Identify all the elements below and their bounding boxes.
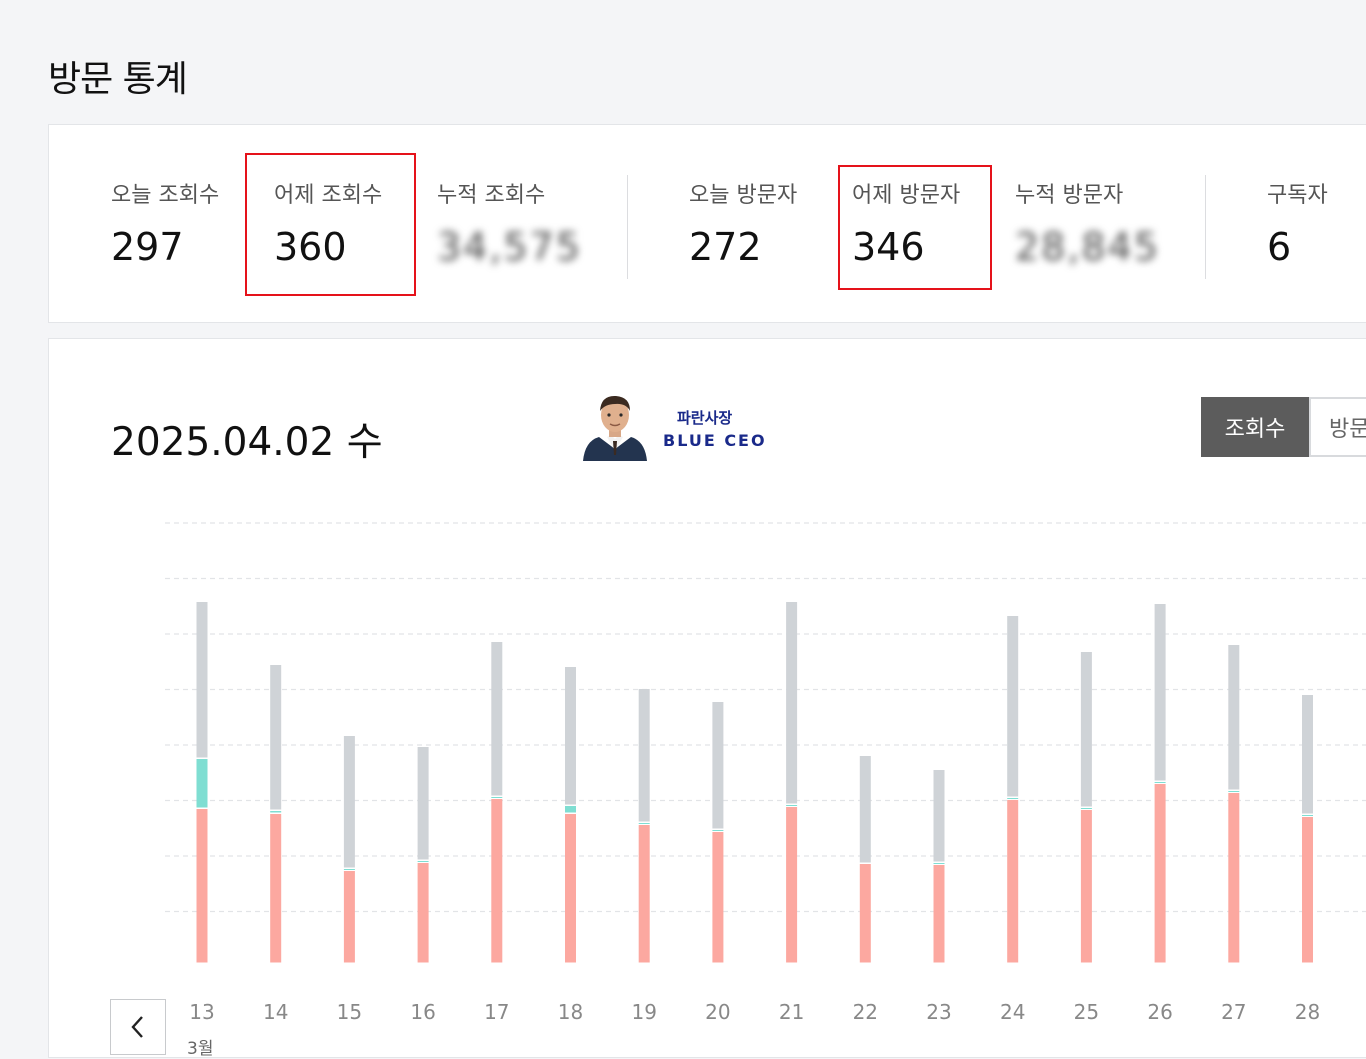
bar-segment-gray[interactable] bbox=[1007, 616, 1019, 797]
stats-divider bbox=[1205, 175, 1206, 279]
bar-segment-gray[interactable] bbox=[1080, 652, 1092, 807]
bar-segment-teal[interactable] bbox=[638, 823, 650, 824]
bar-segment-gray[interactable] bbox=[786, 602, 798, 804]
x-tick-label: 17 bbox=[484, 1000, 509, 1024]
bar-segment-teal[interactable] bbox=[933, 863, 945, 864]
bar-segment-salmon[interactable] bbox=[270, 814, 282, 963]
bar-segment-salmon[interactable] bbox=[196, 809, 208, 963]
bar-segment-salmon[interactable] bbox=[565, 814, 576, 963]
previous-period-button[interactable] bbox=[110, 999, 166, 1055]
x-tick-label: 28 bbox=[1295, 1000, 1320, 1024]
bar-segment-salmon[interactable] bbox=[417, 863, 429, 963]
bar-segment-salmon[interactable] bbox=[1302, 817, 1313, 963]
bar-segment-salmon[interactable] bbox=[859, 864, 871, 963]
x-tick-label: 15 bbox=[337, 1000, 362, 1024]
bar-segment-teal[interactable] bbox=[343, 869, 355, 870]
bar-segment-teal[interactable] bbox=[786, 805, 798, 806]
chevron-left-icon bbox=[131, 1016, 143, 1038]
bar-segment-salmon[interactable] bbox=[638, 825, 650, 963]
bar-segment-teal[interactable] bbox=[417, 861, 429, 862]
stat-value-blurred: 28,845 bbox=[1015, 225, 1160, 269]
bar-segment-teal[interactable] bbox=[712, 830, 724, 831]
x-tick-label: 26 bbox=[1147, 1000, 1172, 1024]
bar-segment-salmon[interactable] bbox=[712, 832, 724, 963]
stats-summary-card: 오늘 조회수 297 어제 조회수 360 누적 조회수 34,575 오늘 방… bbox=[48, 124, 1366, 323]
bar-segment-salmon[interactable] bbox=[933, 865, 945, 963]
bar-segment-gray[interactable] bbox=[343, 736, 355, 868]
page-title: 방문 통계 bbox=[48, 59, 188, 100]
bar-segment-gray[interactable] bbox=[859, 756, 871, 863]
bar-segment-gray[interactable] bbox=[491, 642, 503, 796]
x-tick-label: 21 bbox=[779, 1000, 804, 1024]
bar-segment-teal[interactable] bbox=[491, 797, 503, 798]
x-tick-label: 19 bbox=[631, 1000, 656, 1024]
bar-chart: 13 14 15 16 17 18 19 20 21 22 23 24 25 26 27 28 bbox=[165, 522, 1366, 1024]
bar-segment-salmon[interactable] bbox=[343, 871, 355, 963]
month-label: 3월 bbox=[187, 1039, 214, 1059]
bar-segment-gray[interactable] bbox=[1228, 645, 1240, 790]
bar-segment-teal[interactable] bbox=[1007, 798, 1019, 799]
bar-segment-salmon[interactable] bbox=[1228, 793, 1240, 963]
x-tick-label: 13 bbox=[189, 1000, 214, 1024]
stat-label: 오늘 방문자 bbox=[689, 183, 798, 208]
x-tick-label: 23 bbox=[926, 1000, 951, 1024]
bar-segment-teal[interactable] bbox=[565, 806, 576, 813]
stat-value: 297 bbox=[111, 225, 184, 269]
stat-label: 누적 방문자 bbox=[1015, 183, 1124, 208]
bar-segment-gray[interactable] bbox=[1302, 695, 1313, 814]
bar-segment-gray[interactable] bbox=[270, 665, 282, 810]
x-tick-label: 16 bbox=[410, 1000, 435, 1024]
stat-value: 272 bbox=[689, 225, 762, 269]
chart-card: 2025.04.02 수 파란사장 BLUE CEO 조회수 방문자 13141… bbox=[48, 338, 1366, 1059]
stats-divider bbox=[627, 175, 628, 279]
bar-segment-gray[interactable] bbox=[638, 689, 650, 822]
x-tick-label: 22 bbox=[853, 1000, 878, 1024]
bar-segment-gray[interactable] bbox=[933, 770, 945, 862]
bar-segment-teal[interactable] bbox=[1080, 808, 1092, 809]
bar-segment-teal[interactable] bbox=[1154, 782, 1166, 783]
x-tick-label: 27 bbox=[1221, 1000, 1246, 1024]
x-tick-label: 14 bbox=[263, 1000, 288, 1024]
stat-label: 구독자 bbox=[1267, 183, 1328, 208]
x-tick-label: 20 bbox=[705, 1000, 730, 1024]
highlight-box-yesterday-views bbox=[245, 153, 416, 296]
bar-segment-teal[interactable] bbox=[196, 759, 208, 808]
stat-value: 6 bbox=[1267, 225, 1292, 269]
bar-segment-salmon[interactable] bbox=[1154, 784, 1166, 963]
bar-segment-gray[interactable] bbox=[417, 747, 429, 860]
bar-segment-teal[interactable] bbox=[1302, 815, 1313, 816]
stat-value-blurred: 34,575 bbox=[437, 225, 582, 269]
bar-segment-gray[interactable] bbox=[1154, 604, 1166, 781]
bar-segment-teal[interactable] bbox=[1228, 791, 1240, 792]
x-tick-label: 25 bbox=[1074, 1000, 1099, 1024]
highlight-box-yesterday-visitors bbox=[838, 165, 992, 290]
bar-segment-gray[interactable] bbox=[565, 667, 576, 805]
stat-label: 오늘 조회수 bbox=[111, 183, 220, 208]
x-tick-label: 24 bbox=[1000, 1000, 1025, 1024]
bar-segment-salmon[interactable] bbox=[786, 807, 798, 963]
bar-segment-salmon[interactable] bbox=[1007, 800, 1019, 963]
bar-segment-salmon[interactable] bbox=[1080, 810, 1092, 963]
stat-label: 누적 조회수 bbox=[437, 183, 546, 208]
bar-segment-gray[interactable] bbox=[712, 702, 724, 829]
bar-segment-salmon[interactable] bbox=[491, 799, 503, 963]
x-tick-label: 18 bbox=[558, 1000, 583, 1024]
bar-segment-teal[interactable] bbox=[270, 811, 282, 813]
bar-segment-gray[interactable] bbox=[196, 602, 208, 758]
